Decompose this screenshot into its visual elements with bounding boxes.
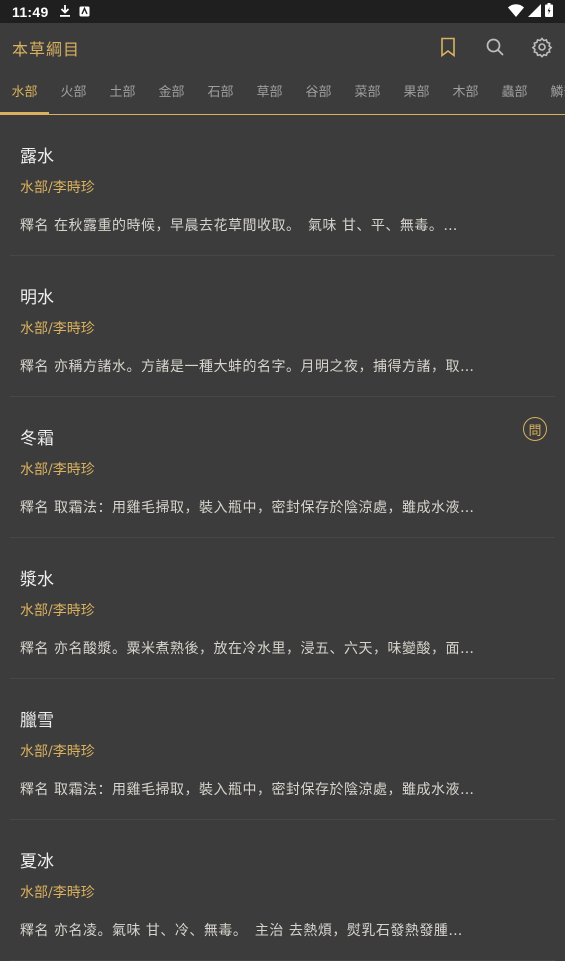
herb-list: 露水 水部/李時珍 釋名 在秋露重的時候，早晨去花草間收取。 氣味 甘、平、無毒。……: [0, 115, 565, 961]
search-icon[interactable]: [483, 35, 507, 59]
tab-3[interactable]: 金部: [147, 71, 196, 114]
signal-icon: [528, 3, 541, 20]
list-item[interactable]: 明水水部/李時珍釋名 亦稱方諸水。方諸是一種大蚌的名字。月明之夜，捕得方諸，取…: [10, 256, 555, 397]
item-name: 冬霜: [20, 429, 54, 449]
item-name: 露水: [20, 147, 54, 167]
tab-2[interactable]: 土部: [98, 71, 147, 114]
tab-7[interactable]: 菜部: [343, 71, 392, 114]
item-name: 臘雪: [20, 711, 54, 731]
item-name: 明水: [20, 288, 54, 308]
list-item[interactable]: 夏冰水部/李時珍釋名 亦名凌。氣味 甘、冷、無毒。 主治 去熱煩，熨乳石發熱發腫…: [10, 820, 555, 961]
item-description: 釋名 亦名凌。氣味 甘、冷、無毒。 主治 去熱煩，熨乳石發熱發腫…: [20, 923, 463, 939]
category-tabs: 水部火部土部金部石部草部谷部菜部果部木部蟲部鱗部: [0, 71, 565, 115]
status-bar: 11:49: [0, 0, 565, 23]
item-category: 水部/李時珍: [20, 462, 95, 478]
tab-10[interactable]: 蟲部: [490, 71, 539, 114]
battery-icon: [545, 3, 553, 20]
tab-11[interactable]: 鱗部: [539, 71, 565, 114]
list-item[interactable]: 冬霜水部/李時珍釋名 取霜法：用雞毛掃取，裝入瓶中，密封保存於陰涼處，雖成水液……: [10, 397, 555, 538]
tab-0[interactable]: 水部: [0, 71, 49, 114]
item-description: 釋名 亦稱方諸水。方諸是一種大蚌的名字。月明之夜，捕得方諸，取…: [20, 359, 475, 375]
item-category: 水部/李時珍: [20, 603, 95, 619]
tab-6[interactable]: 谷部: [294, 71, 343, 114]
list-item[interactable]: 露水水部/李時珍釋名 在秋露重的時候，早晨去花草間收取。 氣味 甘、平、無毒。…: [10, 115, 555, 256]
item-category: 水部/李時珍: [20, 180, 95, 196]
item-description: 釋名 亦名酸漿。粟米煮熟後，放在冷水里，浸五、六天，味變酸，面…: [20, 641, 475, 657]
bookmark-icon[interactable]: [436, 35, 460, 59]
item-category: 水部/李時珍: [20, 885, 95, 901]
list-item[interactable]: 臘雪水部/李時珍釋名 取霜法：用雞毛掃取，裝入瓶中，密封保存於陰涼處，雖成水液…: [10, 679, 555, 820]
list-item[interactable]: 漿水水部/李時珍釋名 亦名酸漿。粟米煮熟後，放在冷水里，浸五、六天，味變酸，面…: [10, 538, 555, 679]
item-name: 夏冰: [20, 852, 54, 872]
item-category: 水部/李時珍: [20, 744, 95, 760]
question-badge-icon[interactable]: 問: [523, 417, 547, 441]
app-title: 本草綱目: [12, 40, 81, 59]
tab-4[interactable]: 石部: [196, 71, 245, 114]
item-name: 漿水: [20, 570, 54, 590]
status-time: 11:49: [12, 3, 49, 20]
settings-gear-icon[interactable]: [530, 35, 554, 59]
app-bar: 本草綱目: [0, 23, 565, 71]
item-category: 水部/李時珍: [20, 321, 95, 337]
item-description: 釋名 在秋露重的時候，早晨去花草間收取。 氣味 甘、平、無毒。…: [20, 218, 458, 234]
wifi-icon: [508, 3, 524, 20]
tab-5[interactable]: 草部: [245, 71, 294, 114]
tab-8[interactable]: 果部: [392, 71, 441, 114]
download-icon: [59, 4, 71, 20]
item-description: 釋名 取霜法：用雞毛掃取，裝入瓶中，密封保存於陰涼處，雖成水液…: [20, 782, 475, 798]
tab-1[interactable]: 火部: [49, 71, 98, 114]
app-notification-icon: [79, 4, 90, 20]
tab-9[interactable]: 木部: [441, 71, 490, 114]
item-description: 釋名 取霜法：用雞毛掃取，裝入瓶中，密封保存於陰涼處，雖成水液…: [20, 500, 475, 516]
